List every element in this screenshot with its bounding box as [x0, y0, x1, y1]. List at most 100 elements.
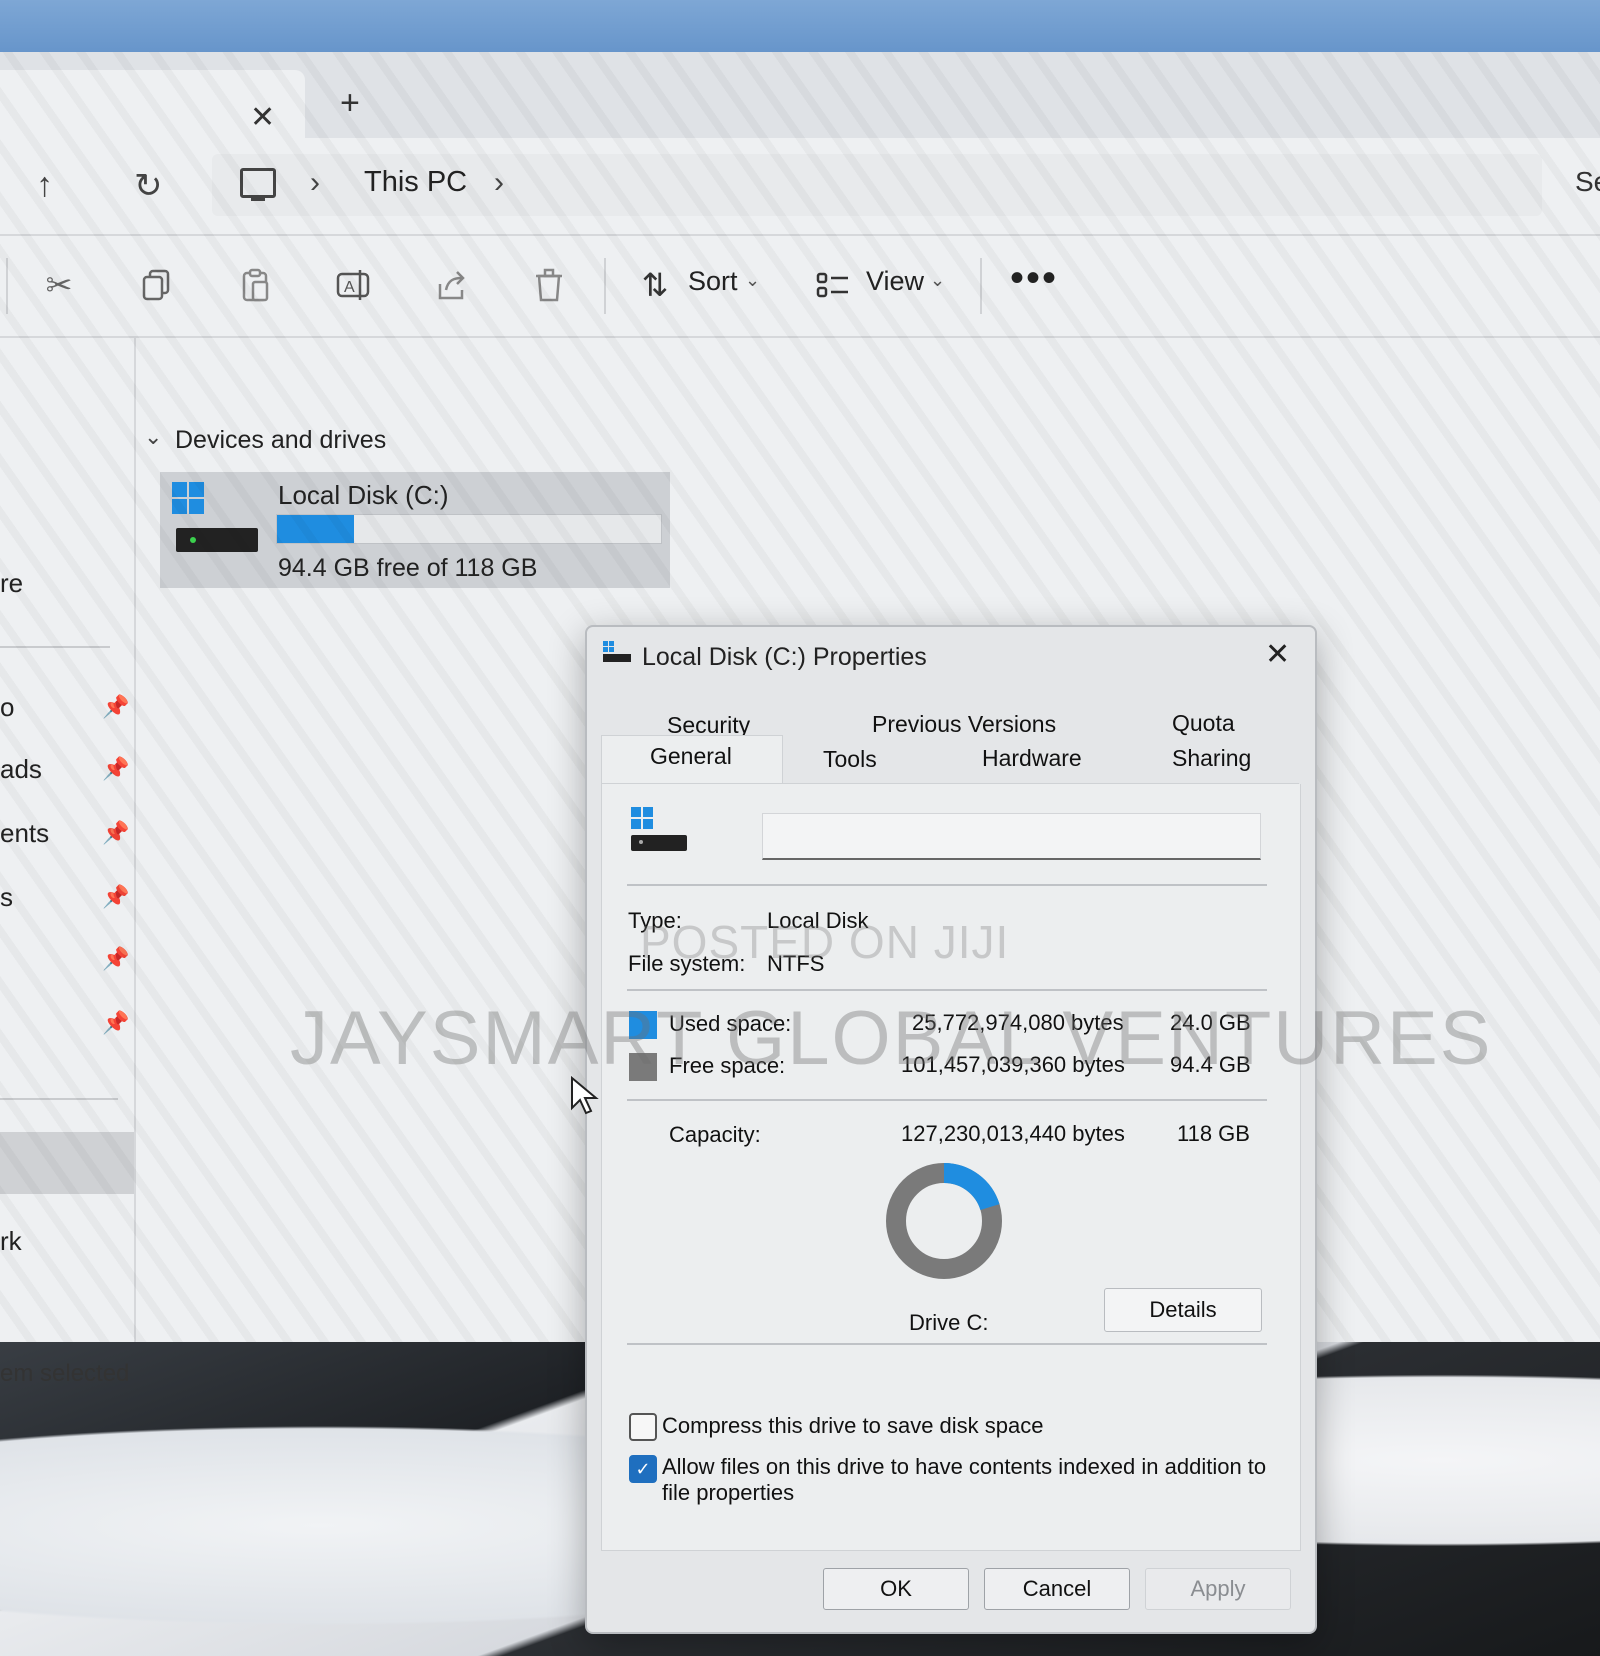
pin-icon: 📌	[102, 820, 130, 845]
cancel-button[interactable]: Cancel	[984, 1568, 1130, 1610]
drive-tile-local-disk-c[interactable]: Local Disk (C:) 94.4 GB free of 118 GB	[160, 472, 670, 588]
chevron-down-icon[interactable]: ⌄	[144, 424, 162, 450]
toolbar-divider	[604, 258, 606, 314]
mouse-cursor-icon	[571, 1076, 599, 1115]
share-icon[interactable]	[432, 266, 470, 304]
new-tab-button[interactable]: +	[340, 84, 360, 123]
pin-icon: 📌	[102, 694, 130, 719]
drive-usage-bar-fill	[277, 515, 354, 543]
chevron-down-icon: ⌄	[745, 270, 761, 290]
section-header-devices[interactable]: Devices and drives	[175, 426, 386, 455]
view-label: View	[866, 266, 925, 296]
nav-divider	[0, 1098, 118, 1100]
nav-item-desktop[interactable]: o	[0, 692, 14, 723]
drive-icon	[603, 641, 631, 662]
free-space-gb: 94.4 GB	[1170, 1052, 1251, 1077]
breadcrumb-this-pc[interactable]: This PC	[364, 166, 467, 199]
drive-name: Local Disk (C:)	[278, 480, 449, 510]
sort-label: Sort	[688, 266, 738, 296]
close-tab-icon[interactable]: ✕	[250, 100, 275, 135]
copy-icon[interactable]	[138, 266, 176, 304]
cut-icon[interactable]: ✂	[40, 266, 78, 304]
close-icon[interactable]: ✕	[1265, 637, 1290, 672]
divider	[627, 1099, 1267, 1101]
used-space-swatch	[629, 1011, 657, 1039]
type-value: Local Disk	[767, 908, 869, 933]
toolbar-divider	[980, 258, 982, 314]
divider	[627, 989, 1267, 991]
navigation-pane: re o 📌 ads 📌 ents 📌 s 📌 📌 📌 rk	[0, 338, 136, 1342]
file-system-label: File system:	[628, 951, 746, 976]
view-icon	[816, 272, 848, 298]
tab-this-pc[interactable]: ✕	[0, 70, 305, 138]
used-space-bytes: 25,772,974,080 bytes	[912, 1010, 1124, 1035]
capacity-gb: 118 GB	[1177, 1121, 1250, 1146]
nav-item-downloads[interactable]: ads	[0, 754, 42, 785]
pin-icon: 📌	[102, 946, 130, 971]
delete-icon[interactable]	[530, 266, 568, 304]
computer-icon	[240, 168, 276, 201]
drive-letter-label: Drive C:	[909, 1310, 989, 1335]
sort-icon: ⇅	[641, 267, 669, 303]
more-options-button[interactable]: •••	[1010, 256, 1058, 301]
used-space-gb: 24.0 GB	[1170, 1010, 1251, 1035]
apply-button[interactable]: Apply	[1145, 1568, 1291, 1610]
nav-item-this-pc-selected[interactable]	[0, 1132, 134, 1194]
pin-icon: 📌	[102, 884, 130, 909]
tab-general[interactable]: General	[650, 743, 732, 770]
svg-text:A: A	[344, 279, 355, 296]
windows-logo-icon	[172, 482, 204, 514]
pin-icon: 📌	[102, 756, 130, 781]
file-system-value: NTFS	[767, 951, 825, 976]
status-bar-selection: em selected	[0, 1360, 130, 1387]
compress-drive-checkbox[interactable]	[629, 1413, 657, 1441]
nav-item-network[interactable]: rk	[0, 1226, 22, 1257]
breadcrumb[interactable]: › This PC ›	[212, 154, 1542, 216]
search-box[interactable]: Se	[1575, 166, 1600, 198]
free-space-swatch	[629, 1053, 657, 1081]
up-arrow-icon[interactable]: ↑	[36, 166, 53, 205]
nav-item-pictures[interactable]: s	[0, 882, 13, 913]
chevron-right-icon[interactable]: ›	[494, 166, 504, 200]
toolbar-divider	[6, 258, 8, 314]
paste-icon[interactable]	[236, 266, 274, 304]
compress-drive-label[interactable]: Compress this drive to save disk space	[662, 1413, 1044, 1439]
tab-quota[interactable]: Quota	[1172, 710, 1235, 737]
nav-item-partial[interactable]: re	[0, 568, 23, 599]
properties-dialog: Local Disk (C:) Properties ✕ Security Pr…	[585, 625, 1317, 1634]
tab-previous-versions[interactable]: Previous Versions	[872, 711, 1056, 738]
drive-free-space-text: 94.4 GB free of 118 GB	[278, 554, 538, 582]
refresh-icon[interactable]: ↻	[134, 166, 163, 206]
tab-tools[interactable]: Tools	[823, 746, 877, 773]
index-contents-checkbox[interactable]: ✓	[629, 1455, 657, 1483]
divider	[627, 1343, 1267, 1345]
ok-button[interactable]: OK	[823, 1568, 969, 1610]
divider	[627, 884, 1267, 886]
tab-hardware[interactable]: Hardware	[982, 745, 1082, 772]
details-button[interactable]: Details	[1104, 1288, 1262, 1332]
windows-logo-icon	[631, 807, 653, 829]
capacity-bytes: 127,230,013,440 bytes	[901, 1121, 1125, 1146]
free-space-bytes: 101,457,039,360 bytes	[901, 1052, 1125, 1077]
free-space-label: Free space:	[669, 1053, 786, 1078]
chevron-right-icon[interactable]: ›	[310, 166, 320, 200]
index-contents-label-line1[interactable]: Allow files on this drive to have conten…	[662, 1454, 1266, 1480]
dialog-title: Local Disk (C:) Properties	[642, 643, 927, 671]
index-contents-label-line2[interactable]: file properties	[662, 1480, 794, 1506]
type-label: Type:	[628, 908, 682, 933]
drive-usage-bar	[276, 514, 662, 544]
nav-item-documents[interactable]: ents	[0, 818, 49, 849]
chevron-down-icon: ⌄	[930, 270, 946, 290]
command-bar: ✂ A ⇅ Sort ⌄ View ⌄ •••	[0, 236, 1600, 338]
hard-drive-icon	[176, 528, 258, 552]
nav-divider	[0, 646, 110, 648]
address-bar: ↑ ↻ › This PC › Se	[0, 138, 1600, 236]
volume-label-input[interactable]	[762, 813, 1261, 860]
hard-drive-icon	[631, 835, 687, 851]
capacity-label: Capacity:	[669, 1122, 761, 1147]
pin-icon: 📌	[102, 1010, 130, 1035]
rename-icon[interactable]: A	[334, 266, 372, 304]
disk-usage-donut-chart	[886, 1163, 1002, 1279]
tab-sharing[interactable]: Sharing	[1172, 745, 1251, 772]
used-space-label: Used space:	[669, 1011, 792, 1036]
